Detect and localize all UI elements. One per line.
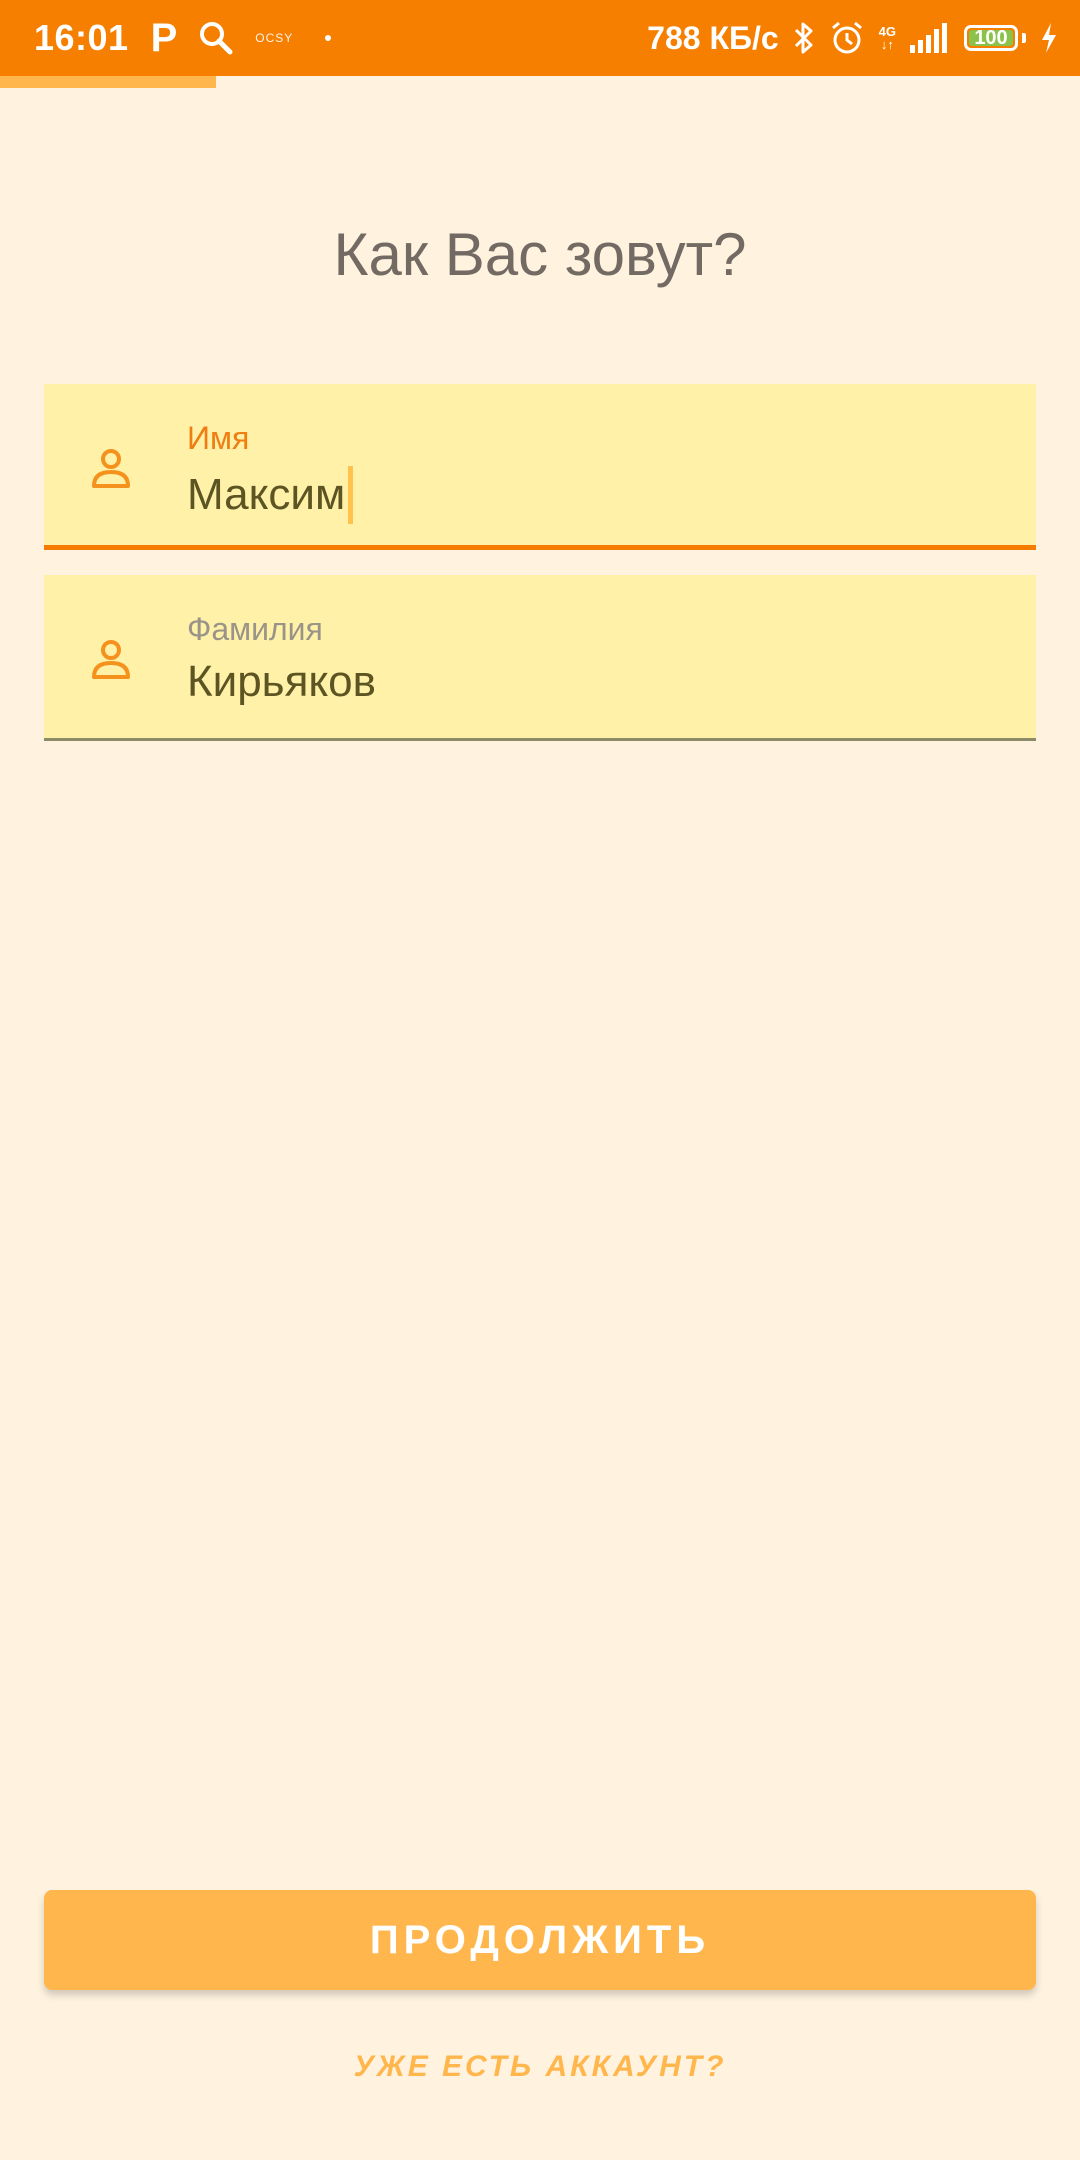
first-name-input[interactable]: Максим (187, 466, 354, 524)
person-icon (86, 633, 136, 683)
first-name-value: Максим (187, 470, 346, 519)
status-bar-right: 788 КБ/с 4G ↓↑ 100 (647, 0, 1058, 76)
progress-fill (0, 76, 216, 88)
have-account-link[interactable]: УЖЕ ЕСТЬ АККАУНТ? (0, 2050, 1080, 2084)
battery-icon: 100 (964, 25, 1018, 51)
bluetooth-icon (793, 21, 815, 55)
person-icon (86, 442, 136, 492)
last-name-field[interactable]: Фамилия Кирьяков (44, 575, 1036, 741)
network-type: 4G ↓↑ (879, 25, 896, 51)
network-speed: 788 КБ/с (647, 19, 779, 56)
search-icon (199, 21, 233, 55)
dot-icon (325, 35, 332, 41)
onboarding-progress (0, 76, 1080, 88)
first-name-label: Имя (187, 420, 250, 456)
page-title: Как Вас зовут? (333, 221, 747, 288)
data-arrows-icon: ↓↑ (880, 37, 894, 52)
last-name-label: Фамилия (187, 611, 323, 647)
p-app-icon: P (150, 16, 178, 60)
ocsy-icon: OCSY (255, 31, 294, 45)
text-cursor (348, 466, 354, 524)
status-bar-left: 16:01 P OCSY (34, 0, 332, 76)
continue-button[interactable]: ПРОДОЛЖИТЬ (44, 1890, 1036, 1990)
alarm-icon (829, 20, 865, 56)
first-name-field[interactable]: Имя Максим (44, 384, 1036, 550)
battery-tip (1022, 33, 1026, 43)
status-bar: 16:01 P OCSY 788 КБ/с 4G ↓↑ 100 (0, 0, 1080, 76)
last-name-input[interactable]: Кирьяков (187, 657, 376, 707)
signal-icon (910, 23, 950, 53)
battery-level: 100 (974, 26, 1008, 49)
last-name-value: Кирьяков (187, 657, 377, 706)
status-time: 16:01 (34, 17, 129, 58)
charging-icon (1040, 23, 1058, 53)
